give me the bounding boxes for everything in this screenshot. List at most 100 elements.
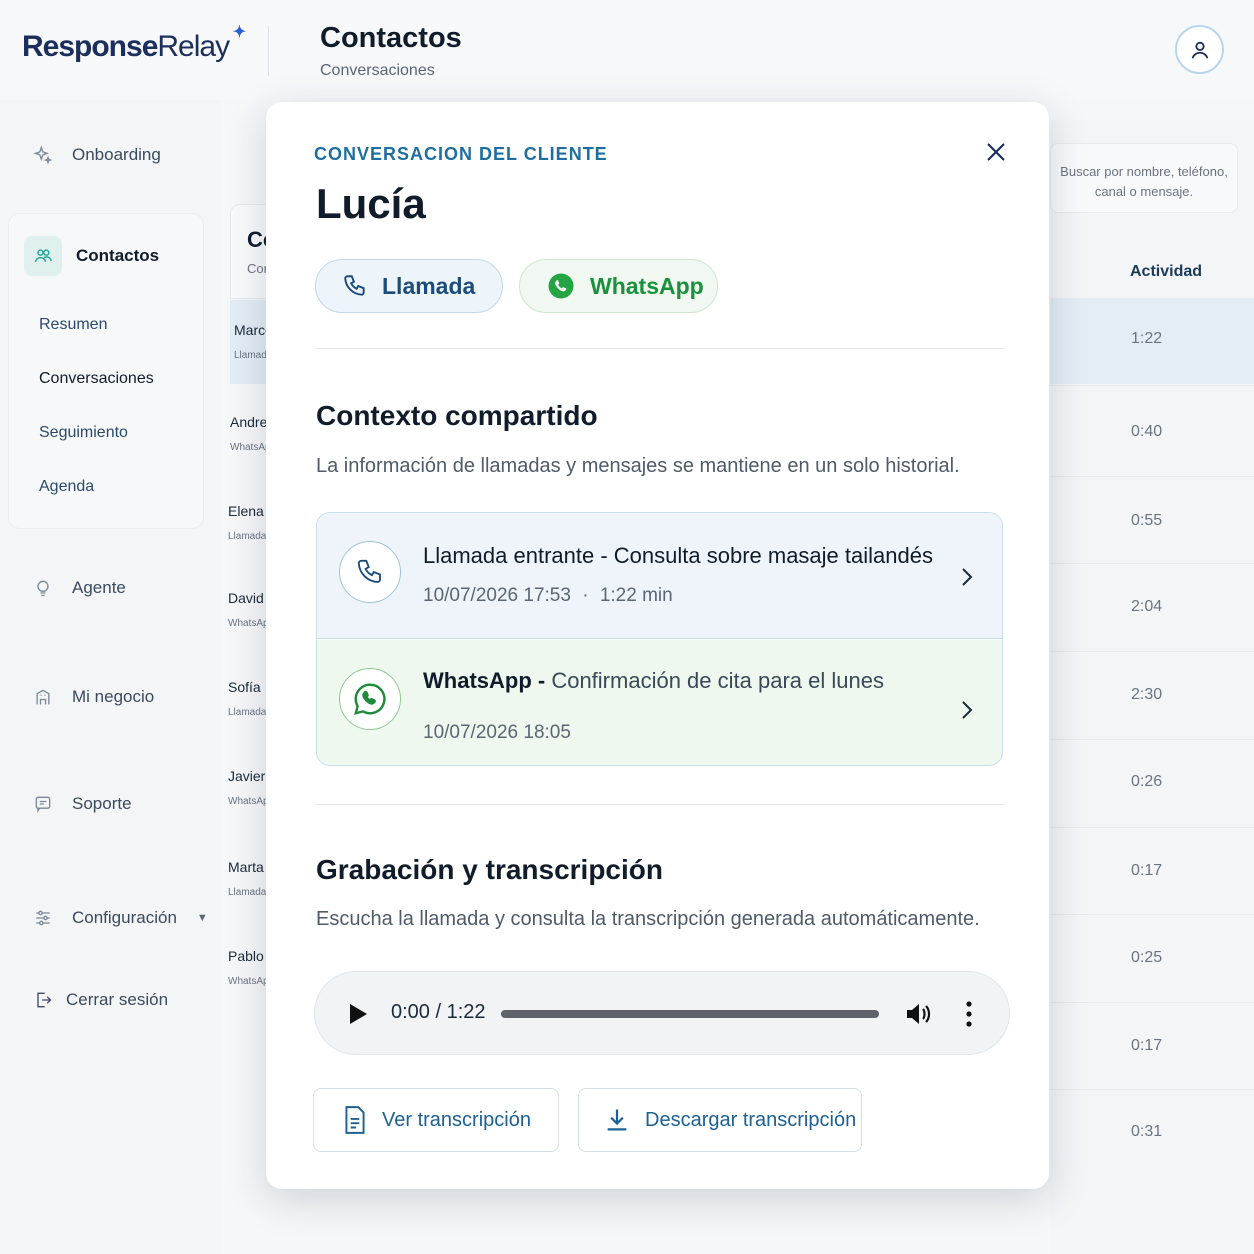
row-activity: 0:17	[1131, 862, 1163, 879]
whatsapp-icon	[339, 668, 401, 730]
list-card-subtitle: Cor	[247, 261, 268, 276]
whatsapp-channel-chip[interactable]: WhatsApp	[519, 259, 718, 313]
history-item-meta: 10/07/2026 17:53 · 1:22 min	[423, 585, 673, 607]
chip-label: Llamada	[382, 272, 476, 299]
sidebar-item-agente[interactable]: Agente	[32, 577, 126, 599]
row-divider	[1050, 651, 1254, 652]
sliders-icon	[32, 907, 54, 929]
header-divider	[268, 26, 269, 76]
sidebar-item-contactos[interactable]: Contactos	[24, 236, 159, 276]
history-item-channel: WhatsApp	[423, 668, 532, 693]
button-label: Descargar transcripción	[645, 1108, 857, 1131]
search-placeholder-line: Buscar por nombre, teléfono,	[1060, 164, 1228, 179]
brand-name-part1: Response	[22, 30, 158, 63]
row-divider	[1050, 827, 1254, 828]
button-label: Ver transcripción	[382, 1108, 531, 1131]
sidebar-item-soporte[interactable]: Soporte	[32, 793, 132, 815]
play-button[interactable]	[345, 1000, 371, 1028]
context-section-description: La información de llamadas y mensajes se…	[316, 455, 960, 477]
row-activity: 1:22	[1131, 330, 1163, 347]
volume-button[interactable]	[903, 1000, 935, 1028]
download-icon	[607, 1109, 627, 1131]
history-item-date: 10/07/2026 18:05	[423, 722, 571, 743]
audio-time: 0:00 / 1:22	[391, 1001, 486, 1023]
sidebar-label: Soporte	[72, 794, 132, 813]
row-divider	[1050, 476, 1254, 477]
sidebar-subitem-agenda[interactable]: Agenda	[39, 478, 94, 496]
volume-icon	[907, 1004, 931, 1024]
call-channel-chip[interactable]: Llamada	[315, 259, 503, 313]
chevron-right-icon	[957, 698, 977, 722]
sidebar: Onboarding Contactos Resumen Conversacio…	[0, 100, 222, 1254]
history-item-call[interactable]: Llamada entrante - Consulta sobre masaje…	[317, 513, 1002, 639]
close-icon	[987, 143, 1005, 161]
users-icon	[24, 236, 62, 276]
title-separator: -	[531, 668, 552, 693]
phone-icon	[339, 541, 401, 603]
close-button[interactable]	[982, 138, 1010, 166]
recording-section-description: Escucha la llamada y consulta la transcr…	[316, 908, 980, 930]
recording-section-title: Grabación y transcripción	[316, 854, 663, 885]
sidebar-label: Contactos	[76, 246, 160, 265]
row-activity: 0:40	[1131, 423, 1163, 440]
sidebar-item-onboarding[interactable]: Onboarding	[32, 144, 161, 166]
row-divider	[1050, 1002, 1254, 1003]
meta-separator: ·	[582, 585, 589, 606]
bulb-icon	[32, 577, 54, 599]
whatsapp-icon	[548, 273, 574, 299]
player-more-button[interactable]	[959, 998, 979, 1030]
download-transcript-button[interactable]: Descargar transcripción	[578, 1088, 862, 1152]
user-menu-button[interactable]	[1175, 25, 1224, 74]
page-title: Contactos	[320, 22, 462, 54]
context-section-title: Contexto compartido	[316, 400, 598, 431]
sidebar-label: Mi negocio	[72, 687, 155, 706]
history-item-whatsapp[interactable]: WhatsApp - Confirmación de cita para el …	[317, 640, 1002, 765]
row-activity: 2:30	[1131, 686, 1163, 703]
row-activity: 0:55	[1131, 512, 1163, 529]
sparkle-icon	[32, 144, 54, 166]
row-activity: 2:04	[1131, 598, 1163, 615]
contacts-nav-group: Contactos Resumen Conversaciones Seguimi…	[8, 213, 204, 529]
sidebar-item-cerrar-sesion[interactable]: Cerrar sesión	[32, 989, 168, 1011]
play-icon	[350, 1004, 367, 1024]
search-input[interactable]: Buscar por nombre, teléfono, canal o men…	[1050, 143, 1238, 213]
conversation-history: Llamada entrante - Consulta sobre masaje…	[316, 512, 1003, 766]
building-icon	[32, 686, 54, 708]
history-item-title: Llamada entrante - Consulta sobre masaje…	[423, 543, 933, 568]
row-activity: 0:31	[1131, 1123, 1163, 1140]
section-divider	[315, 348, 1005, 349]
history-item-title: WhatsApp - Confirmación de cita para el …	[423, 668, 884, 694]
sidebar-subitem-conversaciones[interactable]: Conversaciones	[39, 370, 154, 388]
sidebar-subitem-resumen[interactable]: Resumen	[39, 316, 107, 334]
search-placeholder-line: canal o mensaje.	[1094, 184, 1194, 199]
caret-down-icon: ▼	[196, 912, 208, 924]
column-header-actividad[interactable]: Actividad	[1130, 263, 1202, 281]
history-item-subject: Confirmación de cita para el lunes	[551, 668, 884, 693]
sidebar-label: Cerrar sesión	[66, 990, 169, 1009]
row-divider	[1050, 739, 1254, 740]
chevron-right-icon	[957, 565, 977, 589]
row-activity: 0:26	[1131, 773, 1163, 790]
row-activity: 0:17	[1131, 1037, 1163, 1054]
row-divider	[1050, 563, 1254, 564]
audio-player: 0:00 / 1:22	[314, 971, 1010, 1055]
sidebar-label: Onboarding	[72, 145, 161, 164]
sidebar-label: Agente	[72, 578, 126, 597]
section-divider	[315, 804, 1005, 805]
row-activity: 0:25	[1131, 949, 1163, 966]
sidebar-item-configuracion[interactable]: Configuración ▼	[32, 907, 208, 929]
sidebar-subitem-seguimiento[interactable]: Seguimiento	[39, 424, 128, 442]
brand-logo[interactable]: ResponseRelay ✦	[22, 24, 246, 64]
history-item-duration: 1:22 min	[599, 585, 673, 606]
phone-icon	[344, 275, 365, 296]
audio-progress-bar[interactable]	[501, 1010, 879, 1018]
view-transcript-button[interactable]: Ver transcripción	[313, 1088, 559, 1152]
sparkle-icon: ✦	[232, 24, 246, 41]
logout-icon	[32, 989, 54, 1011]
user-icon	[1191, 41, 1208, 59]
sidebar-label: Configuración	[72, 908, 177, 927]
sidebar-item-mi-negocio[interactable]: Mi negocio	[32, 686, 154, 708]
chip-label: WhatsApp	[590, 272, 704, 299]
modal-eyebrow: CONVERSACION DEL CLIENTE	[314, 144, 608, 164]
conversation-modal: CONVERSACION DEL CLIENTE Lucía Llamada W…	[266, 102, 1049, 1189]
